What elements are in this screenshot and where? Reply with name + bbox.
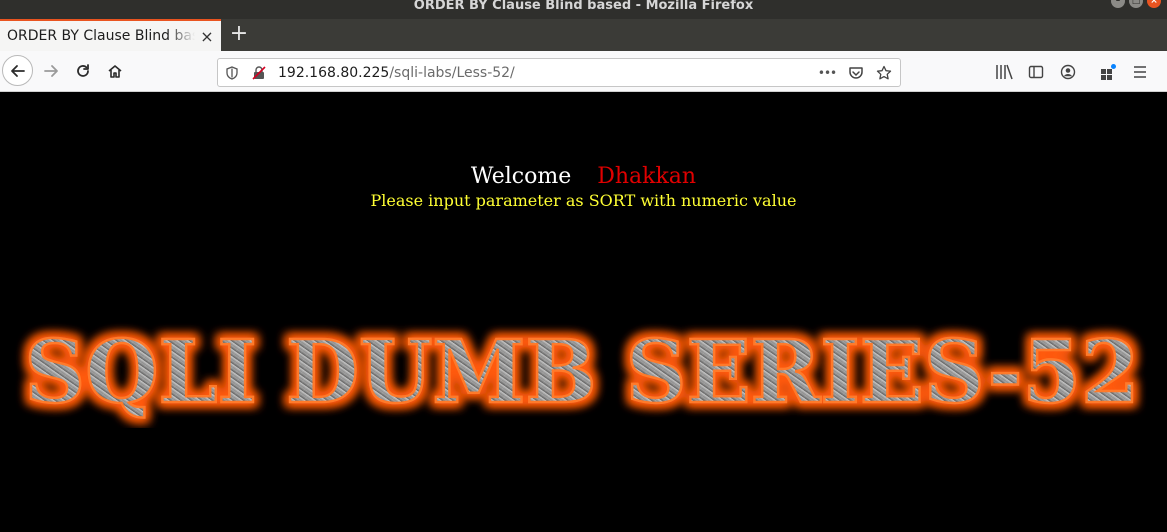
page-actions-icon[interactable]: ••• [818,64,837,82]
tab-close-icon[interactable]: × [199,27,215,46]
reload-icon [77,64,89,77]
tab-title: ORDER BY Clause Blind based [7,28,195,44]
window-titlebar: ORDER BY Clause Blind based - Mozilla Fi… [0,0,1167,19]
url-text[interactable]: 192.168.80.225/sqli-labs/Less-52/ [278,65,515,81]
menu-icon[interactable] [1130,63,1150,81]
window-controls: – □ × [1111,0,1161,8]
maximize-button[interactable]: □ [1129,0,1143,8]
insecure-lock-icon[interactable] [250,64,268,82]
user-name: Dhakkan [597,164,697,189]
close-window-button[interactable]: × [1147,0,1161,8]
url-host: 192.168.80.225 [278,65,390,81]
new-tab-button[interactable]: + [228,22,250,46]
url-bar[interactable]: 192.168.80.225/sqli-labs/Less-52/ ••• [217,58,901,87]
series-banner-image: SQLI DUMB SERIES-52 [23,321,1141,425]
navigation-toolbar: 192.168.80.225/sqli-labs/Less-52/ ••• [0,51,1167,92]
bookmark-star-icon[interactable] [875,64,893,82]
url-path: /sqli-labs/Less-52/ [389,65,515,81]
pocket-icon[interactable] [847,64,865,82]
minimize-button[interactable]: – [1111,0,1125,8]
library-icon[interactable] [994,63,1014,81]
page-content: Welcome Dhakkan Please input parameter as… [0,92,1167,532]
tracking-protection-icon[interactable] [223,64,241,82]
back-button[interactable] [2,55,33,86]
instruction-text: Please input parameter as SORT with nume… [370,191,797,210]
tab-strip: ORDER BY Clause Blind based × + [0,19,1167,51]
banner-text: SQLI DUMB SERIES-52 [25,322,1140,423]
welcome-line: Welcome Dhakkan [0,164,1167,189]
back-arrow-icon [10,64,25,77]
tab-active[interactable]: ORDER BY Clause Blind based × [0,19,221,51]
account-icon[interactable] [1058,63,1078,81]
home-icon [108,65,122,78]
forward-arrow-icon [44,65,58,77]
forward-button[interactable] [35,55,67,87]
extensions-icon[interactable] [1098,63,1118,81]
home-button[interactable] [99,55,131,87]
window-title: ORDER BY Clause Blind based - Mozilla Fi… [413,0,754,13]
welcome-text: Welcome [470,164,572,189]
reload-button[interactable] [67,55,99,87]
sidebar-icon[interactable] [1026,63,1046,81]
